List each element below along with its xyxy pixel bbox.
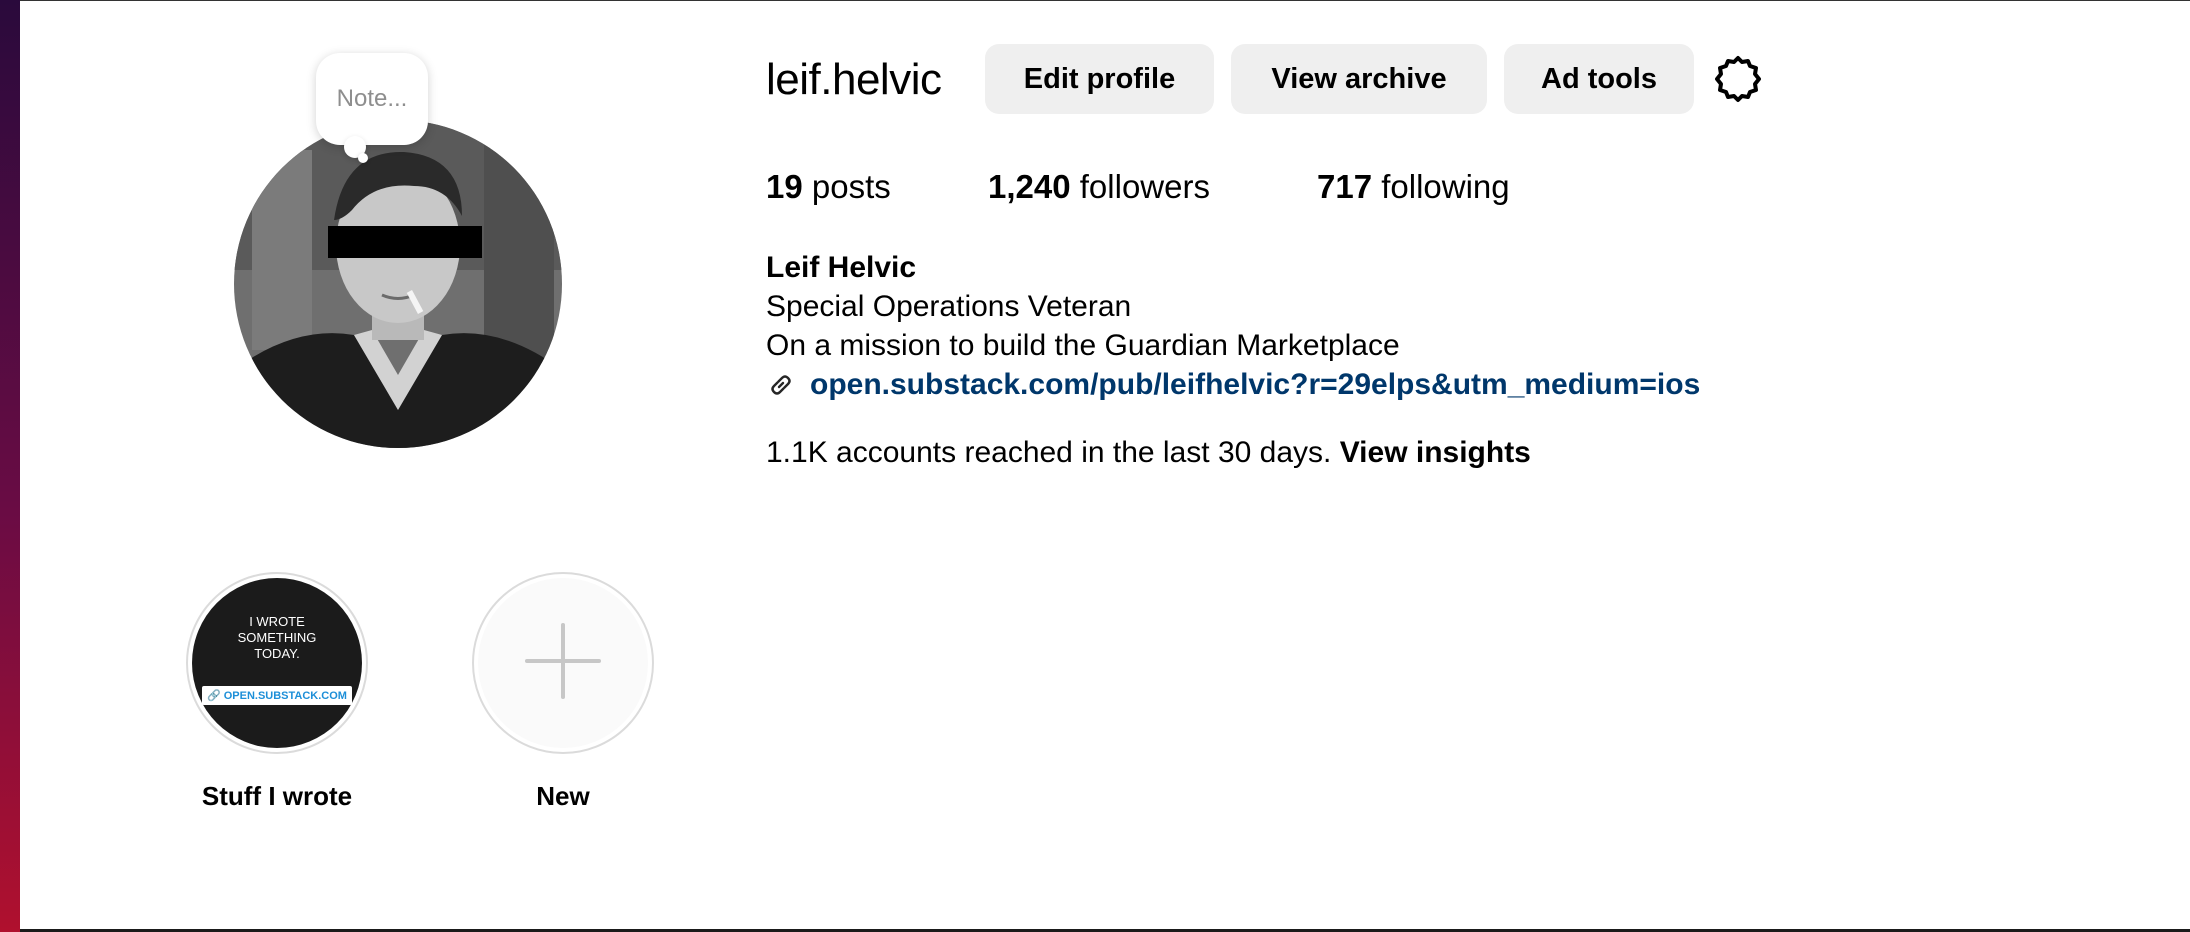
highlight-cover-text: I WROTE SOMETHING TODAY. — [237, 614, 317, 661]
note-placeholder: Note... — [336, 85, 408, 112]
note-bubble[interactable]: Note... — [316, 53, 428, 145]
new-highlight-button[interactable] — [472, 572, 654, 754]
followers-stat[interactable]: 1,240 followers — [988, 164, 1210, 210]
highlight-label-new: New — [536, 781, 590, 811]
bio-line-2: On a mission to build the Guardian Marke… — [766, 329, 1400, 362]
highlight-stuff-i-wrote[interactable]: I WROTE SOMETHING TODAY. 🔗 OPEN.SUBSTACK… — [186, 572, 368, 754]
ad-tools-button[interactable]: Ad tools — [1504, 44, 1694, 114]
posts-label: posts — [811, 168, 891, 205]
edit-profile-button[interactable]: Edit profile — [985, 44, 1214, 114]
profile-avatar[interactable] — [234, 120, 562, 448]
following-stat[interactable]: 717 following — [1317, 164, 1510, 210]
note-bubble-tail-small — [358, 153, 368, 163]
followers-label: followers — [1079, 168, 1210, 205]
window-edge — [0, 0, 20, 932]
highlight-label: Stuff I wrote — [201, 781, 353, 811]
highlight-cover: I WROTE SOMETHING TODAY. 🔗 OPEN.SUBSTACK… — [192, 578, 362, 748]
insights-summary: 1.1K accounts reached in the last 30 day… — [766, 432, 1531, 474]
posts-stat: 19 posts — [766, 164, 891, 210]
following-label: following — [1381, 168, 1510, 205]
settings-gear-icon[interactable] — [1712, 53, 1764, 105]
bio-link-row: open.substack.com/pub/leifhelvic?r=29elp… — [766, 364, 1700, 406]
view-archive-button[interactable]: View archive — [1231, 44, 1487, 114]
plus-icon — [523, 621, 603, 706]
view-insights-link[interactable]: View insights — [1340, 436, 1531, 469]
insights-text: 1.1K accounts reached in the last 30 day… — [766, 436, 1332, 469]
profile-username: leif.helvic — [766, 55, 942, 104]
highlight-cover-link-sticker: 🔗 OPEN.SUBSTACK.COM — [202, 686, 352, 705]
bio-full-name: Leif Helvic — [766, 251, 917, 284]
link-sticker-icon: 🔗 — [207, 690, 221, 702]
posts-count: 19 — [766, 168, 803, 205]
window-top-border — [20, 0, 2190, 1]
link-icon — [766, 370, 796, 400]
following-count: 717 — [1317, 168, 1373, 205]
new-highlight-cover — [478, 578, 648, 748]
highlight-cover-chip-text: OPEN.SUBSTACK.COM — [223, 689, 347, 702]
bio-line-1: Special Operations Veteran — [766, 290, 1132, 323]
bio-link[interactable]: open.substack.com/pub/leifhelvic?r=29elp… — [810, 368, 1700, 402]
followers-count: 1,240 — [988, 168, 1071, 205]
